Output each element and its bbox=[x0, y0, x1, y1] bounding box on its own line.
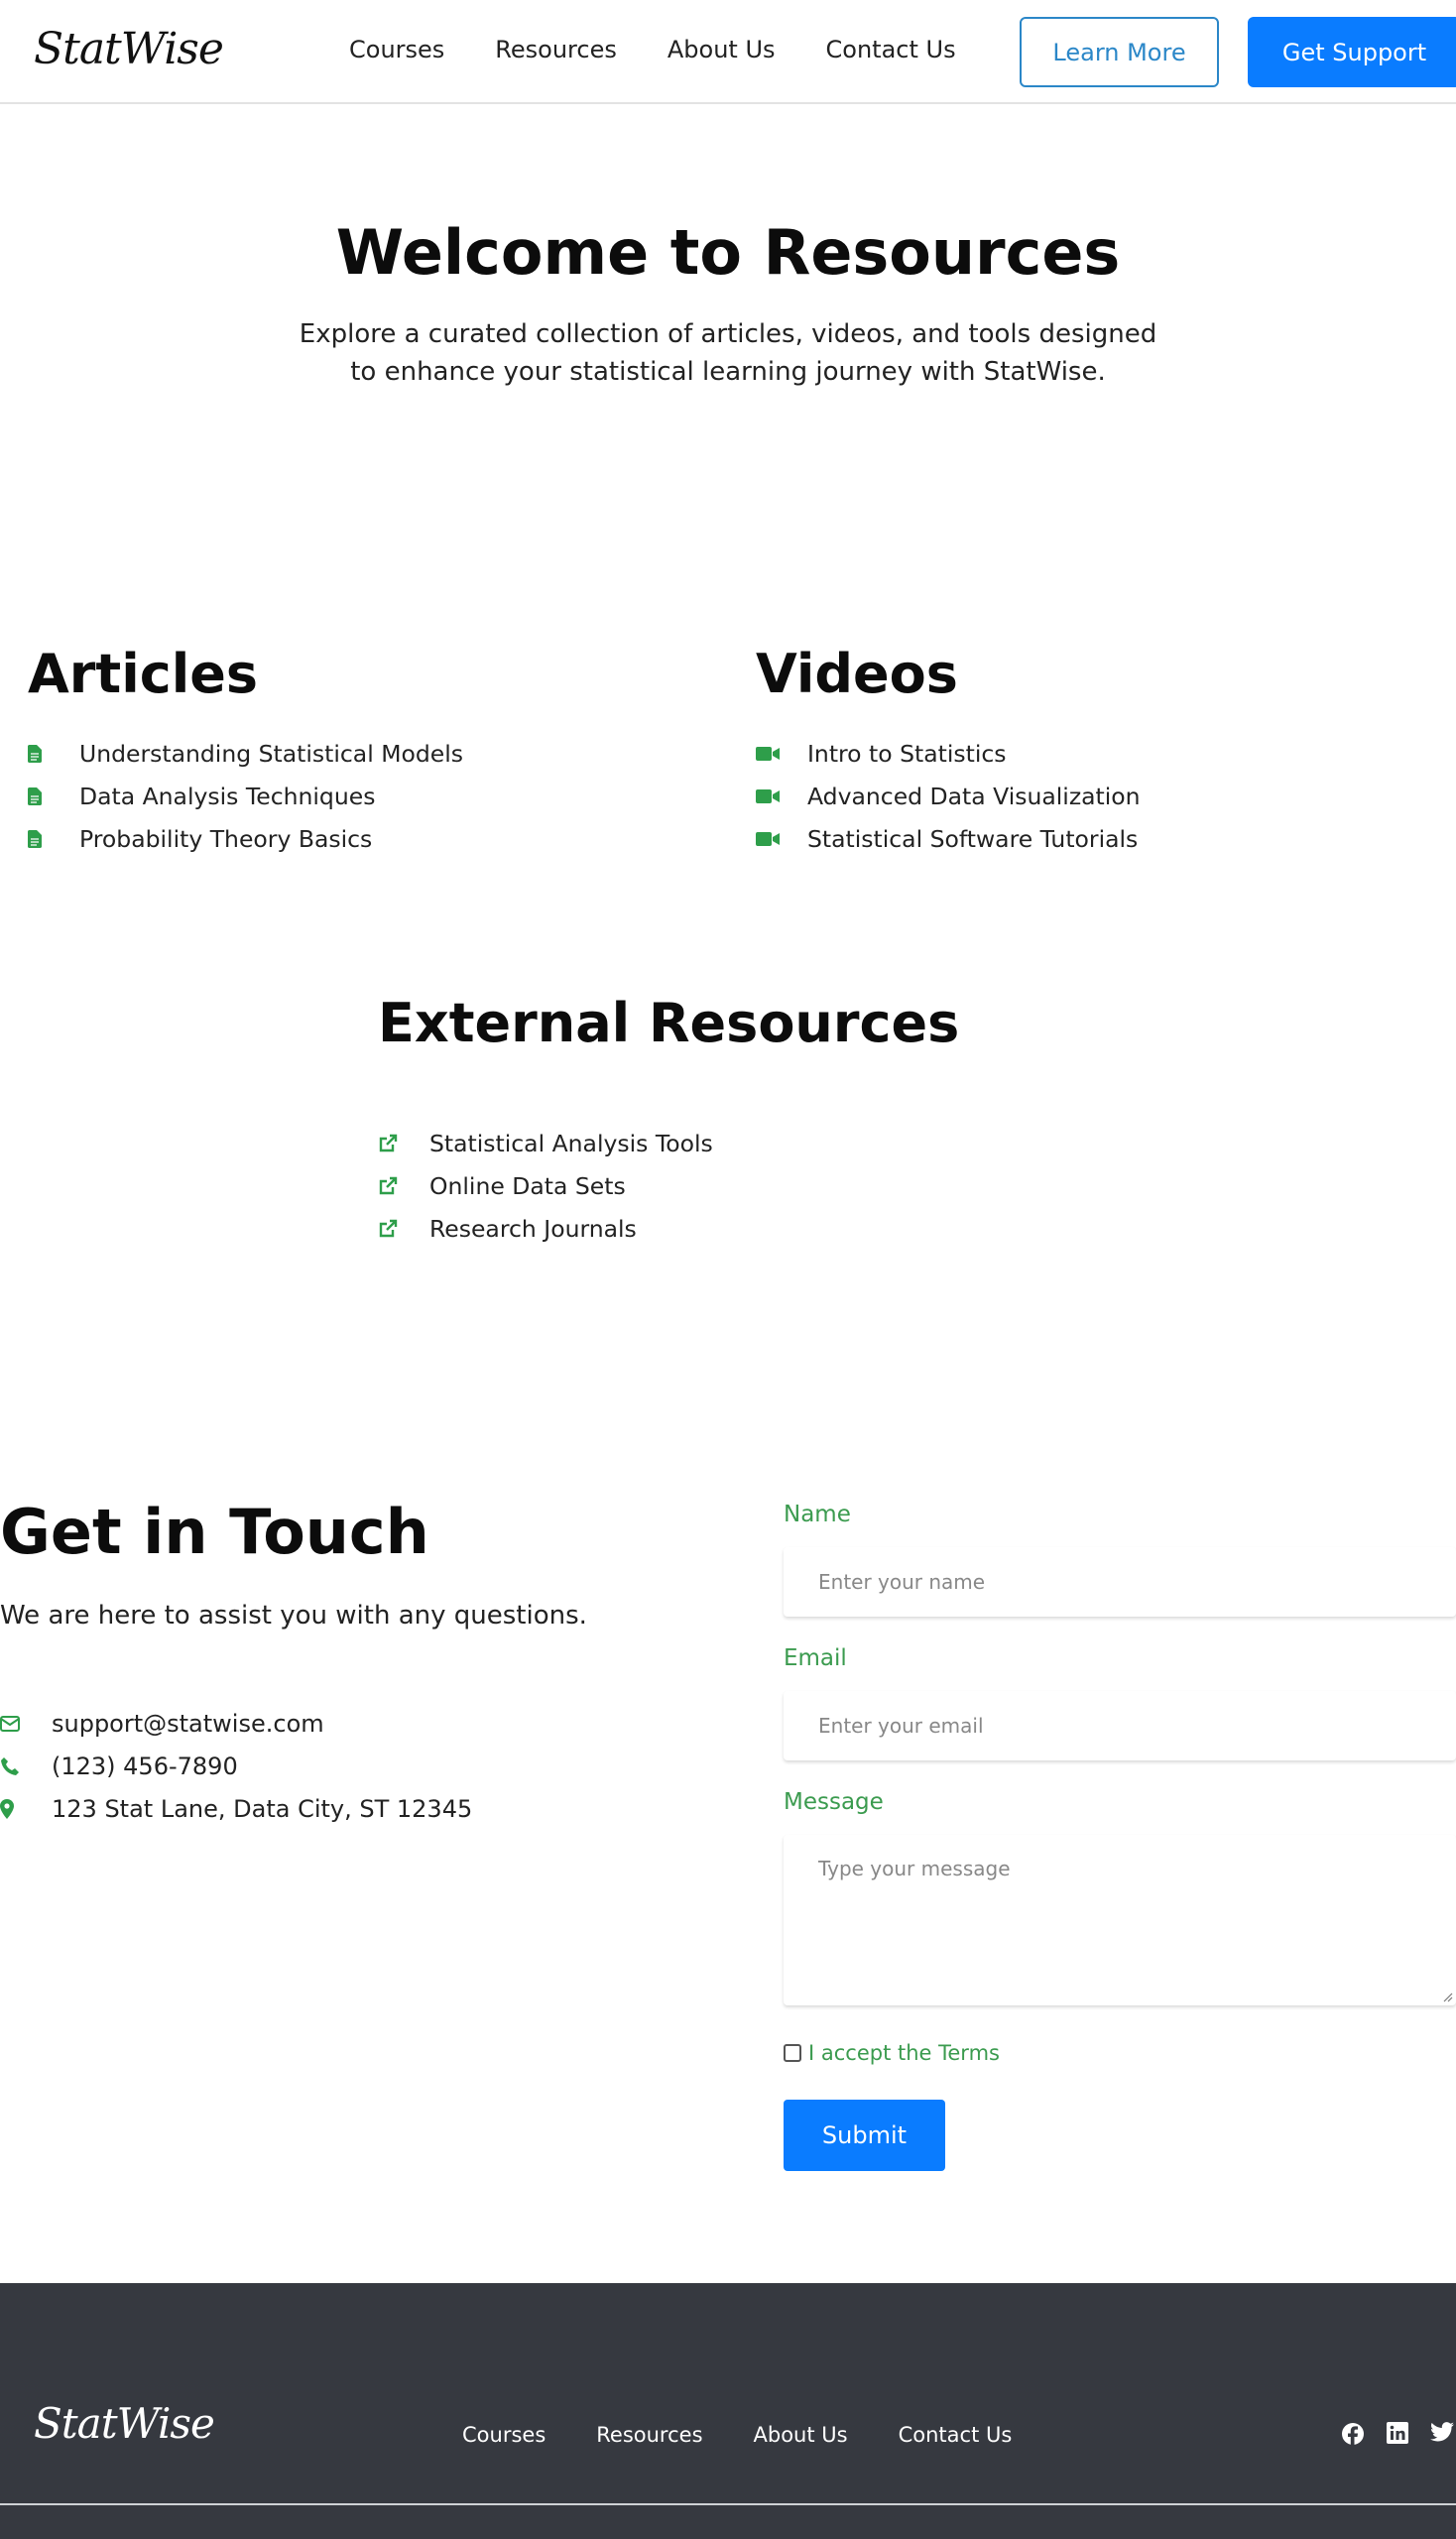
resize-handle-icon[interactable] bbox=[1441, 1991, 1453, 2002]
video-item[interactable]: Statistical Software Tutorials bbox=[756, 817, 1141, 860]
article-label: Data Analysis Techniques bbox=[79, 782, 376, 810]
site-footer: StatWise Courses Resources About Us Cont… bbox=[0, 2283, 1456, 2539]
contact-info: support@statwise.com (123) 456-7890 123 … bbox=[0, 1702, 472, 1830]
external-resource-item[interactable]: Research Journals bbox=[378, 1207, 713, 1250]
contact-email-text: support@statwise.com bbox=[52, 1709, 324, 1738]
submit-button[interactable]: Submit bbox=[784, 2100, 945, 2171]
video-label: Intro to Statistics bbox=[807, 739, 1007, 768]
contact-subtitle: We are here to assist you with any quest… bbox=[0, 1601, 587, 1631]
message-placeholder: Type your message bbox=[818, 1857, 1011, 1880]
external-resource-label: Online Data Sets bbox=[429, 1171, 626, 1200]
external-resource-item[interactable]: Statistical Analysis Tools bbox=[378, 1122, 713, 1164]
external-link-icon bbox=[378, 1219, 429, 1239]
article-item[interactable]: Understanding Statistical Models bbox=[28, 732, 463, 775]
footer-divider bbox=[0, 2503, 1456, 2505]
email-input[interactable]: Enter your email bbox=[784, 1691, 1456, 1760]
contact-address: 123 Stat Lane, Data City, ST 12345 bbox=[0, 1787, 472, 1830]
hero-subtitle-line2: to enhance your statistical learning jou… bbox=[350, 357, 1106, 387]
message-textarea[interactable]: Type your message bbox=[784, 1835, 1456, 2005]
name-label: Name bbox=[784, 1502, 851, 1527]
footer-nav-about-us[interactable]: About Us bbox=[754, 2423, 848, 2447]
external-resource-label: Statistical Analysis Tools bbox=[429, 1129, 713, 1157]
contact-phone-text: (123) 456-7890 bbox=[52, 1752, 238, 1780]
article-label: Understanding Statistical Models bbox=[79, 739, 463, 768]
article-label: Probability Theory Basics bbox=[79, 824, 373, 853]
terms-row: I accept the Terms bbox=[784, 2041, 1000, 2065]
footer-nav: Courses Resources About Us Contact Us bbox=[462, 2423, 1062, 2447]
video-label: Advanced Data Visualization bbox=[807, 782, 1141, 810]
terms-checkbox[interactable] bbox=[784, 2044, 801, 2062]
video-item[interactable]: Intro to Statistics bbox=[756, 732, 1141, 775]
video-camera-icon bbox=[756, 788, 807, 804]
external-link-icon bbox=[378, 1134, 429, 1153]
terms-label[interactable]: I accept the Terms bbox=[808, 2041, 1000, 2065]
twitter-icon[interactable] bbox=[1430, 2422, 1454, 2450]
name-placeholder: Enter your name bbox=[818, 1570, 986, 1594]
external-resources-list: Statistical Analysis Tools Online Data S… bbox=[378, 1122, 713, 1250]
hero-subtitle: Explore a curated collection of articles… bbox=[298, 315, 1158, 391]
get-support-button[interactable]: Get Support bbox=[1248, 17, 1456, 87]
hero-subtitle-line1: Explore a curated collection of articles… bbox=[299, 319, 1157, 349]
file-icon bbox=[28, 744, 79, 763]
learn-more-button[interactable]: Learn More bbox=[1020, 17, 1219, 87]
videos-heading: Videos bbox=[756, 643, 958, 705]
contact-heading: Get in Touch bbox=[0, 1496, 429, 1568]
name-input[interactable]: Enter your name bbox=[784, 1547, 1456, 1617]
nav-courses[interactable]: Courses bbox=[349, 36, 444, 63]
social-links bbox=[1341, 2422, 1454, 2450]
external-resource-label: Research Journals bbox=[429, 1214, 637, 1243]
message-label: Message bbox=[784, 1789, 884, 1815]
video-camera-icon bbox=[756, 831, 807, 847]
videos-list: Intro to Statistics Advanced Data Visual… bbox=[756, 732, 1141, 860]
video-item[interactable]: Advanced Data Visualization bbox=[756, 775, 1141, 817]
footer-nav-courses[interactable]: Courses bbox=[462, 2423, 546, 2447]
file-icon bbox=[28, 786, 79, 805]
nav-contact-us[interactable]: Contact Us bbox=[826, 36, 956, 63]
contact-email[interactable]: support@statwise.com bbox=[0, 1702, 472, 1745]
site-header: StatWise Courses Resources About Us Cont… bbox=[0, 0, 1456, 104]
external-resource-item[interactable]: Online Data Sets bbox=[378, 1164, 713, 1207]
article-item[interactable]: Data Analysis Techniques bbox=[28, 775, 463, 817]
nav-resources[interactable]: Resources bbox=[495, 36, 617, 63]
file-icon bbox=[28, 829, 79, 848]
footer-logo[interactable]: StatWise bbox=[34, 2399, 215, 2448]
page-title: Welcome to Resources bbox=[335, 216, 1121, 289]
email-placeholder: Enter your email bbox=[818, 1714, 984, 1738]
video-camera-icon bbox=[756, 746, 807, 762]
contact-phone[interactable]: (123) 456-7890 bbox=[0, 1745, 472, 1787]
email-label: Email bbox=[784, 1645, 847, 1671]
nav-about-us[interactable]: About Us bbox=[667, 36, 776, 63]
video-label: Statistical Software Tutorials bbox=[807, 824, 1139, 853]
envelope-icon bbox=[0, 1715, 52, 1732]
articles-heading: Articles bbox=[28, 643, 259, 705]
main-nav: Courses Resources About Us Contact Us bbox=[349, 36, 1007, 63]
contact-address-text: 123 Stat Lane, Data City, ST 12345 bbox=[52, 1794, 473, 1823]
footer-nav-contact-us[interactable]: Contact Us bbox=[899, 2423, 1013, 2447]
article-item[interactable]: Probability Theory Basics bbox=[28, 817, 463, 860]
facebook-icon[interactable] bbox=[1341, 2422, 1365, 2450]
logo[interactable]: StatWise bbox=[34, 24, 224, 74]
external-link-icon bbox=[378, 1176, 429, 1196]
map-pin-icon bbox=[0, 1798, 52, 1819]
external-resources-heading: External Resources bbox=[378, 992, 960, 1054]
phone-icon bbox=[0, 1756, 52, 1776]
linkedin-icon[interactable] bbox=[1387, 2422, 1408, 2450]
footer-nav-resources[interactable]: Resources bbox=[596, 2423, 702, 2447]
articles-list: Understanding Statistical Models Data An… bbox=[28, 732, 463, 860]
